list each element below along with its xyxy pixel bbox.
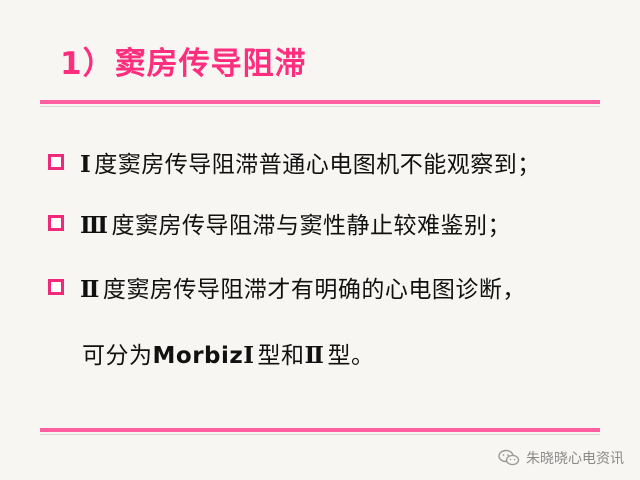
wechat-icon — [498, 449, 520, 466]
watermark-text: 朱晓晓心电资讯 — [526, 451, 624, 467]
square-bullet-icon — [48, 279, 64, 295]
bullet-item-1: Ⅰ 度窦房传导阻滞普通心电图机不能观察到； — [48, 145, 541, 179]
degree-numeral: Ⅲ — [80, 212, 109, 239]
morbiz-label: Morbiz — [152, 343, 244, 369]
top-divider — [40, 100, 600, 107]
bullet-text: 度窦房传导阻滞普通心电图机不能观察到； — [94, 152, 541, 178]
slide-title: 1）窦房传导阻滞 — [60, 46, 307, 82]
continuation-text: 可分为 — [82, 343, 153, 369]
bullet-text: 度窦房传导阻滞才有明确的心电图诊断， — [102, 277, 526, 303]
square-bullet-icon — [48, 215, 64, 231]
continuation-text: 型和 — [257, 343, 305, 369]
bullet-item-3-continuation: 可分为MorbizⅠ 型和Ⅱ 型。 — [82, 336, 374, 370]
watermark: 朱晓晓心电资讯 — [498, 448, 624, 468]
bullet-item-3: Ⅱ 度窦房传导阻滞才有明确的心电图诊断， — [48, 270, 526, 304]
bullet-item-2: Ⅲ 度窦房传导阻滞与窦性静止较难鉴别； — [48, 206, 511, 240]
type-numeral-1: Ⅰ — [243, 342, 255, 369]
bottom-divider — [40, 428, 600, 435]
type-numeral-2: Ⅱ — [304, 342, 325, 369]
square-bullet-icon — [48, 154, 64, 170]
degree-numeral: Ⅰ — [80, 151, 92, 178]
slide: 1）窦房传导阻滞 Ⅰ 度窦房传导阻滞普通心电图机不能观察到； Ⅲ 度窦房传导阻滞与窦… — [0, 0, 640, 480]
bullet-text: 度窦房传导阻滞与窦性静止较难鉴别； — [111, 213, 512, 239]
continuation-text: 型。 — [327, 343, 375, 369]
degree-numeral: Ⅱ — [80, 276, 100, 303]
